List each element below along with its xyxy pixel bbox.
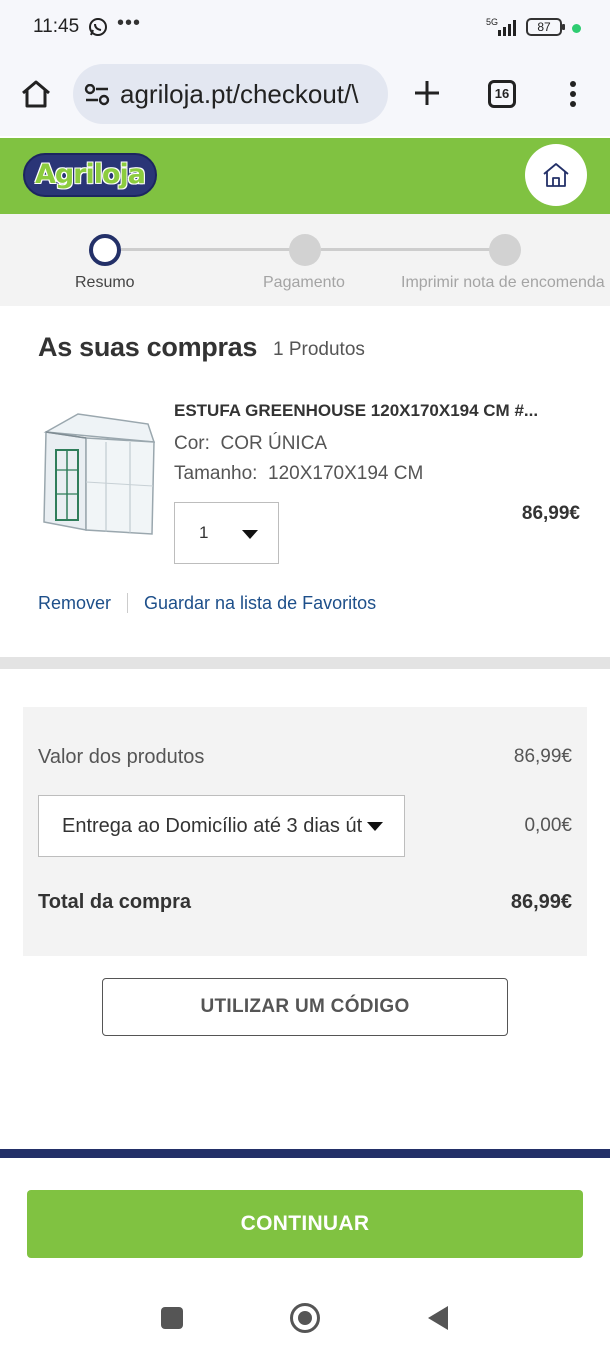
step-connector bbox=[121, 248, 291, 251]
section-divider bbox=[0, 657, 610, 669]
back-icon[interactable] bbox=[428, 1306, 448, 1330]
status-time: 11:45 bbox=[33, 16, 80, 37]
signal-icon: 5G bbox=[486, 16, 520, 43]
product-size-value: 120X170X194 CM bbox=[268, 463, 424, 484]
step-label-resumo: Resumo bbox=[75, 274, 135, 291]
continue-button[interactable]: CONTINUAR bbox=[27, 1190, 583, 1258]
step-indicator-pagamento bbox=[289, 234, 321, 266]
delivery-method-value: Entrega ao Domicílio até 3 dias úteis bbox=[62, 815, 362, 837]
total-amount: 86,99€ bbox=[510, 891, 572, 913]
home-icon[interactable] bbox=[19, 77, 53, 116]
home-button-icon[interactable] bbox=[290, 1303, 320, 1333]
link-separator bbox=[127, 593, 128, 613]
use-code-button[interactable]: UTILIZAR UM CÓDIGO bbox=[102, 978, 508, 1036]
step-connector bbox=[321, 248, 491, 251]
whatsapp-icon bbox=[88, 17, 108, 42]
tab-switcher-button[interactable]: 16 bbox=[488, 80, 516, 108]
browser-toolbar: agriloja.pt/checkout/\ 16 bbox=[0, 56, 610, 136]
step-indicator-resumo bbox=[89, 234, 121, 266]
browser-menu-icon[interactable] bbox=[568, 80, 578, 113]
products-value-amount: 86,99€ bbox=[513, 746, 572, 767]
step-label-imprimir: Imprimir nota de encomenda bbox=[401, 274, 605, 291]
product-image[interactable] bbox=[38, 402, 158, 542]
delivery-cost: 0,00€ bbox=[524, 815, 572, 836]
caret-down-icon bbox=[242, 530, 258, 539]
product-size: Tamanho: 120X170X194 CM bbox=[174, 463, 423, 485]
footer-rule bbox=[0, 1149, 610, 1158]
url-text[interactable]: agriloja.pt/checkout/\ bbox=[120, 79, 358, 110]
caret-down-icon bbox=[367, 822, 383, 831]
save-to-favorites-link[interactable]: Guardar na lista de Favoritos bbox=[144, 593, 376, 614]
home-icon bbox=[543, 163, 569, 187]
product-price: 86,99€ bbox=[521, 503, 580, 524]
cart-title: As suas compras bbox=[38, 332, 258, 362]
product-color-value: COR ÚNICA bbox=[220, 433, 328, 454]
step-label-pagamento: Pagamento bbox=[263, 274, 345, 291]
greenhouse-image bbox=[43, 413, 156, 535]
step-indicator-imprimir bbox=[489, 234, 521, 266]
new-tab-icon[interactable] bbox=[412, 78, 442, 113]
privacy-indicator-dot bbox=[572, 24, 581, 33]
order-summary: Valor dos produtos 86,99€ Entrega ao Dom… bbox=[23, 707, 587, 956]
remove-link[interactable]: Remover bbox=[38, 593, 111, 614]
product-color: Cor: COR ÚNICA bbox=[174, 433, 327, 455]
system-navigation-bar bbox=[0, 1276, 610, 1356]
agriloja-logo[interactable]: Agriloja bbox=[23, 153, 157, 197]
quantity-value: 1 bbox=[199, 523, 209, 542]
delivery-method-select[interactable]: Entrega ao Domicílio até 3 dias úteis bbox=[38, 795, 405, 857]
more-notifications-icon: ••• bbox=[117, 12, 142, 34]
cart-count: 1 Produtos bbox=[273, 339, 365, 360]
store-home-button[interactable] bbox=[525, 144, 587, 206]
site-header: Agriloja bbox=[0, 138, 610, 214]
logo-text: Agriloja bbox=[34, 159, 146, 190]
recent-apps-icon[interactable] bbox=[161, 1307, 183, 1329]
products-value-label: Valor dos produtos bbox=[38, 746, 205, 768]
battery-icon: 87 bbox=[526, 18, 565, 36]
status-bar: 11:45 ••• 5G 87 bbox=[0, 0, 610, 56]
checkout-progress: Resumo Pagamento Imprimir nota de encome… bbox=[0, 214, 610, 306]
product-size-label: Tamanho: bbox=[174, 463, 258, 484]
site-settings-icon[interactable] bbox=[84, 83, 110, 111]
address-bar[interactable]: agriloja.pt/checkout/\ bbox=[73, 64, 388, 124]
quantity-select[interactable]: 1 bbox=[174, 502, 279, 564]
total-label: Total da compra bbox=[38, 891, 191, 913]
network-type: 5G bbox=[486, 17, 498, 27]
product-name[interactable]: ESTUFA GREENHOUSE 120X170X194 CM #... bbox=[174, 401, 538, 421]
product-color-label: Cor: bbox=[174, 433, 210, 454]
